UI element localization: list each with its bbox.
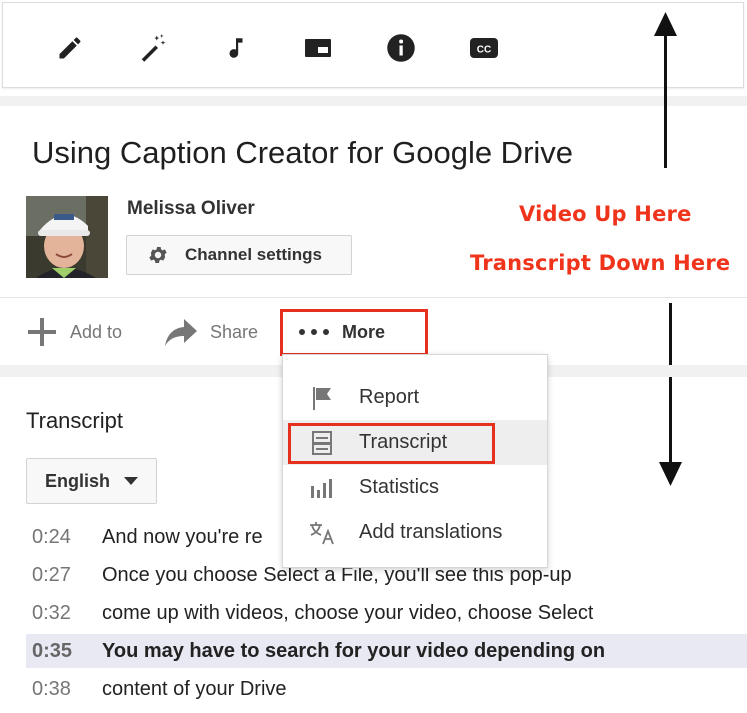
music-note-icon[interactable]: [221, 33, 251, 63]
annotation-video-up: Video Up Here: [519, 202, 692, 226]
plus-icon: [26, 316, 58, 348]
menu-item-report[interactable]: Report: [283, 375, 547, 420]
more-highlight-box: [280, 309, 428, 356]
menu-item-add-translations[interactable]: Add translations: [283, 510, 547, 555]
editor-toolbar: CC: [2, 2, 744, 88]
add-to-button[interactable]: Add to: [26, 316, 122, 348]
timestamp: 0:32: [32, 601, 71, 624]
transcript-row[interactable]: 0:32 come up with videos, choose your vi…: [26, 596, 747, 630]
translate-icon: [309, 520, 335, 546]
closed-captions-icon[interactable]: CC: [469, 33, 499, 63]
flag-icon: [309, 385, 335, 411]
share-arrow-icon: [164, 317, 198, 347]
channel-settings-button[interactable]: Channel settings: [126, 235, 352, 275]
transcript-text: come up with videos, choose your video, …: [102, 601, 594, 624]
transcript-highlight-box: [288, 423, 495, 464]
channel-owner-name[interactable]: Melissa Oliver: [127, 198, 255, 220]
divider: [0, 297, 747, 298]
info-icon[interactable]: [386, 33, 416, 63]
transcript-row-active[interactable]: 0:35 You may have to search for your vid…: [26, 634, 747, 668]
timestamp: 0:27: [32, 563, 71, 586]
magic-wand-icon[interactable]: [138, 33, 168, 63]
share-label: Share: [210, 321, 259, 342]
cc-label: CC: [477, 45, 491, 56]
transcript-text: You may have to search for your video de…: [102, 639, 606, 662]
pencil-icon[interactable]: [55, 33, 85, 63]
video-title: Using Caption Creator for Google Drive: [32, 135, 574, 170]
menu-item-label: Add translations: [359, 521, 503, 543]
timestamp: 0:24: [32, 525, 71, 548]
timestamp: 0:35: [32, 639, 73, 662]
caret-down-icon: [124, 477, 139, 485]
transcript-heading: Transcript: [26, 408, 123, 433]
transcript-row[interactable]: 0:38 content of your Drive: [26, 672, 747, 706]
gear-icon: [147, 244, 169, 266]
timestamp: 0:38: [32, 677, 71, 700]
channel-settings-label: Channel settings: [185, 245, 322, 264]
annotation-transcript-down: Transcript Down Here: [470, 251, 731, 275]
menu-item-label: Report: [359, 386, 420, 408]
language-value: English: [45, 470, 111, 491]
section-gap: [0, 96, 747, 106]
card-icon[interactable]: [303, 33, 333, 63]
bar-chart-icon: [309, 475, 335, 501]
avatar[interactable]: [26, 196, 108, 278]
menu-item-label: Statistics: [359, 476, 440, 498]
transcript-text: content of your Drive: [102, 677, 287, 700]
menu-item-statistics[interactable]: Statistics: [283, 465, 547, 510]
share-button[interactable]: Share: [164, 316, 258, 348]
transcript-text: And now you're re: [102, 525, 263, 548]
add-to-label: Add to: [70, 321, 123, 342]
language-select[interactable]: English: [26, 458, 157, 504]
